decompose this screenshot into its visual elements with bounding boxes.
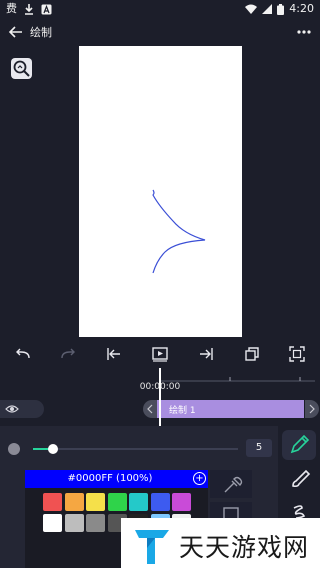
zoom-icon <box>13 60 30 77</box>
color-swatch[interactable] <box>64 493 84 511</box>
battery-icon <box>277 3 285 15</box>
visibility-toggle[interactable] <box>0 400 44 418</box>
color-swatch[interactable] <box>43 493 62 511</box>
chinese-char-icon: 费 <box>6 2 17 15</box>
fit-screen-icon[interactable] <box>287 344 307 364</box>
eye-icon <box>5 405 19 413</box>
color-swatch[interactable] <box>86 493 105 511</box>
drawing-stage <box>0 46 320 338</box>
color-swatch[interactable] <box>129 493 148 511</box>
brush-size-slider-track[interactable] <box>53 448 238 450</box>
page-title: 绘制 <box>30 26 52 39</box>
brush-preview-dot <box>8 443 20 455</box>
playhead[interactable] <box>159 368 161 426</box>
timeline-ruler <box>160 374 315 382</box>
brush-size-value[interactable]: 5 <box>246 439 272 457</box>
drawing-canvas[interactable] <box>79 46 242 337</box>
current-color-label: #0000FF (100%) <box>67 473 153 484</box>
pencil-tool-button[interactable] <box>282 430 316 460</box>
pencil-icon <box>290 434 310 454</box>
layer-clip[interactable]: 绘制 1 <box>157 400 304 418</box>
watermark-logo-icon <box>135 530 169 564</box>
clip-right-handle[interactable] <box>305 400 319 418</box>
status-bar: 费 4:20 <box>0 0 320 18</box>
download-icon <box>25 4 33 15</box>
add-color-button[interactable]: + <box>193 472 206 485</box>
site-watermark: 天天游戏网 <box>121 518 320 568</box>
chevron-right-icon <box>309 404 315 414</box>
zoom-button[interactable] <box>11 58 32 79</box>
stroke-drawing <box>152 189 206 274</box>
color-swatch[interactable] <box>86 514 105 532</box>
clip-label: 绘制 1 <box>169 406 196 416</box>
app-bar: 绘制 <box>0 18 320 46</box>
brush-tool-button[interactable] <box>282 464 316 494</box>
signal-icon <box>262 4 273 14</box>
brush-size-slider-thumb[interactable] <box>48 444 58 454</box>
more-options-icon[interactable] <box>296 26 312 38</box>
color-swatch[interactable] <box>172 493 191 511</box>
back-arrow-icon[interactable] <box>6 22 26 42</box>
undo-icon[interactable] <box>13 344 33 364</box>
chevron-left-icon <box>147 404 153 414</box>
layer-track: 绘制 1 <box>143 400 319 418</box>
wifi-icon <box>245 4 258 14</box>
timeline[interactable]: 00:00:00 绘制 1 <box>0 368 320 426</box>
eyedropper-icon <box>224 476 243 493</box>
duplicate-frame-icon[interactable] <box>242 344 262 364</box>
color-swatch[interactable] <box>150 493 170 511</box>
eyedropper-button[interactable] <box>210 470 252 498</box>
jump-start-icon[interactable] <box>104 344 124 364</box>
status-time: 4:20 <box>289 2 314 15</box>
current-color-bar: #0000FF (100%) <box>25 470 208 488</box>
color-swatch[interactable] <box>107 493 127 511</box>
jump-end-icon[interactable] <box>196 344 216 364</box>
play-icon[interactable] <box>150 344 170 364</box>
color-swatch[interactable] <box>43 514 62 532</box>
clip-left-handle[interactable] <box>143 400 157 418</box>
playback-toolbar <box>0 340 320 368</box>
a-badge-icon <box>41 4 52 14</box>
redo-icon[interactable] <box>58 344 78 364</box>
brush-icon <box>292 469 311 488</box>
watermark-text: 天天游戏网 <box>179 533 310 562</box>
color-swatch[interactable] <box>64 514 84 532</box>
